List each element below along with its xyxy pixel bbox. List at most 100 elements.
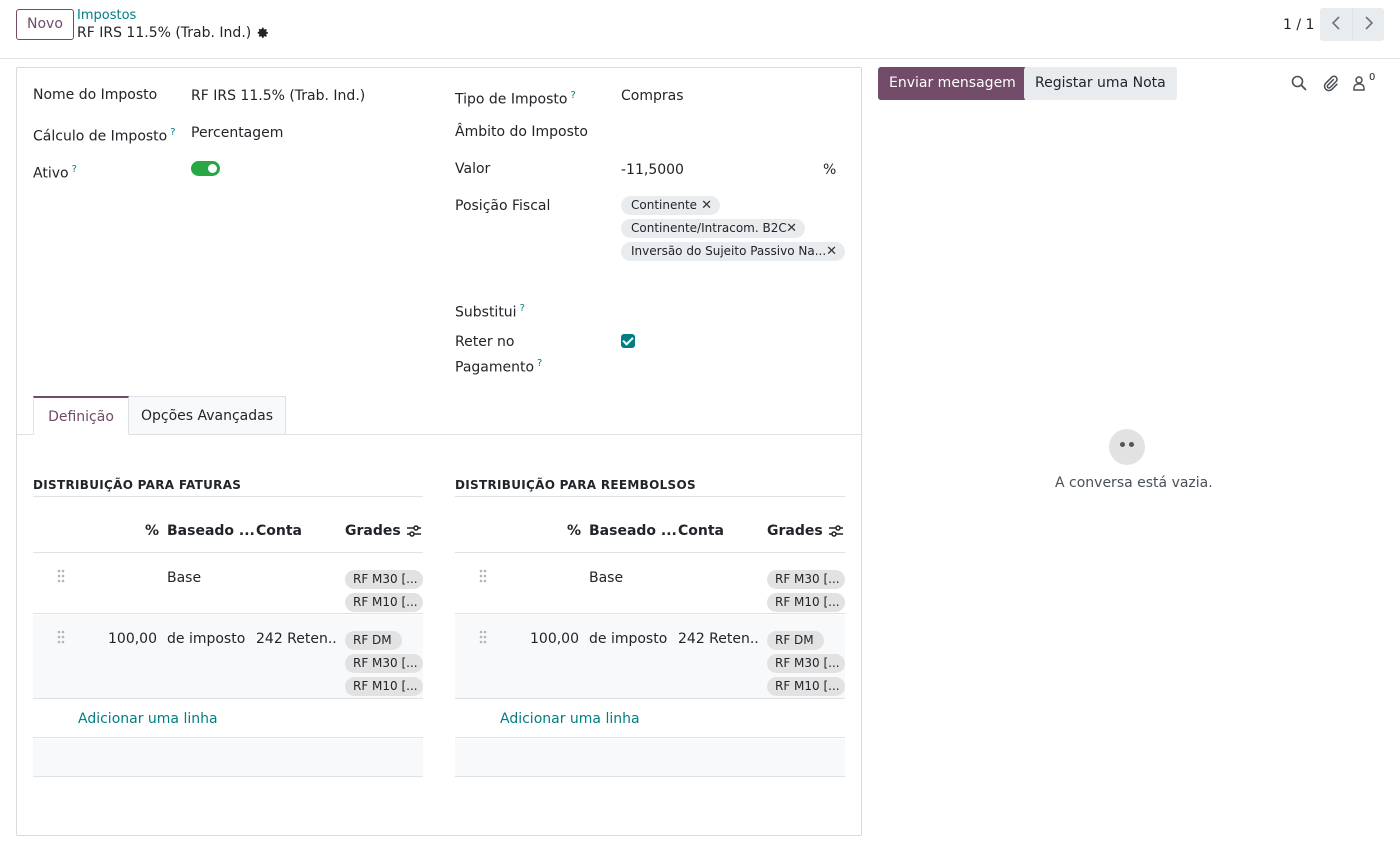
pager-value[interactable]: 1 / 1 xyxy=(1283,16,1314,34)
replaces-label-text: Substitui xyxy=(455,304,517,321)
tax-scope-label: Âmbito do Imposto xyxy=(455,124,588,140)
tax-type-select[interactable]: Compras xyxy=(621,86,684,107)
empty-row xyxy=(455,739,845,777)
grid-tag: RF M30 [... xyxy=(767,570,845,589)
tax-computation-label-text: Cálculo de Imposto xyxy=(33,128,168,145)
tag-label: Continente/Intracom. B2C xyxy=(631,221,787,235)
sliders-icon[interactable] xyxy=(406,523,421,543)
fiscal-position-tag: Continente/Intracom. B2C ✕ xyxy=(621,219,805,238)
close-icon[interactable]: ✕ xyxy=(826,242,837,261)
column-grids[interactable]: Grades xyxy=(767,521,843,543)
empty-conversation-icon xyxy=(1109,429,1145,465)
tax-scope-select[interactable] xyxy=(621,123,845,144)
add-line-link[interactable]: Adicionar uma linha xyxy=(500,710,640,728)
form-sheet: Nome do Imposto RF IRS 11.5% (Trab. Ind.… xyxy=(16,67,862,836)
fiscal-position-tag: Inversão do Sujeito Passivo Na... ✕ xyxy=(621,242,845,261)
empty-row xyxy=(33,739,423,777)
new-button[interactable]: Novo xyxy=(16,9,74,40)
table-row[interactable]: 100,00 de imposto 242 Reten... RF DM RF … xyxy=(33,615,423,699)
column-grids[interactable]: Grades xyxy=(345,521,421,543)
empty-conversation-text: A conversa está vazia. xyxy=(1055,475,1213,491)
close-icon[interactable]: ✕ xyxy=(701,196,712,215)
section-title: DISTRIBUIÇÃO PARA FATURAS xyxy=(33,477,423,497)
column-account[interactable]: Conta xyxy=(256,521,302,541)
chevron-left-icon xyxy=(1331,16,1341,33)
log-note-button[interactable]: Registar uma Nota xyxy=(1024,67,1177,100)
withhold-checkbox[interactable] xyxy=(621,334,635,348)
help-tooltip[interactable]: ? xyxy=(537,358,542,369)
close-icon[interactable]: ✕ xyxy=(786,219,797,238)
help-tooltip[interactable]: ? xyxy=(72,164,77,175)
column-percent[interactable]: % xyxy=(567,521,581,541)
table-row[interactable]: Base RF M30 [... RF M10 [... xyxy=(455,553,845,614)
help-tooltip[interactable]: ? xyxy=(570,90,575,101)
grid-tag: RF M10 [... xyxy=(345,593,423,612)
table-row[interactable]: 100,00 de imposto 242 Reten... RF DM RF … xyxy=(455,615,845,699)
cell-account: 242 Reten... xyxy=(678,631,760,647)
active-toggle[interactable] xyxy=(191,161,220,176)
withhold-label: Reter no Pagamento? xyxy=(455,332,542,379)
sliders-icon[interactable] xyxy=(828,523,843,543)
add-line-row: Adicionar uma linha xyxy=(455,700,845,738)
gear-icon[interactable] xyxy=(257,26,269,44)
amount-unit: % xyxy=(823,162,837,178)
tax-type-label-text: Tipo de Imposto xyxy=(455,91,568,108)
table-row[interactable]: Base RF M30 [... RF M10 [... xyxy=(33,553,423,614)
active-label-text: Ativo xyxy=(33,165,69,182)
record-title: RF IRS 11.5% (Trab. Ind.) xyxy=(77,25,252,41)
send-message-button[interactable]: Enviar mensagem xyxy=(878,67,1027,100)
cell-based-on: Base xyxy=(589,570,624,586)
tab-definition[interactable]: Definição xyxy=(33,396,129,435)
withhold-label-line1: Reter no xyxy=(455,334,515,350)
breadcrumb-parent-link[interactable]: Impostos xyxy=(77,8,136,24)
amount-label: Valor xyxy=(455,161,491,177)
column-grids-label: Grades xyxy=(767,523,823,539)
tab-advanced-options[interactable]: Opções Avançadas xyxy=(129,396,286,435)
column-based-on[interactable]: Baseado ... xyxy=(167,521,255,541)
add-line-link[interactable]: Adicionar uma linha xyxy=(78,710,218,728)
cell-based-on: de imposto xyxy=(167,631,246,647)
fiscal-position-tag: Continente ✕ xyxy=(621,196,720,215)
tax-computation-select[interactable]: Percentagem xyxy=(191,123,283,144)
grid-tag: RF M30 [... xyxy=(345,570,423,589)
tag-label: Continente xyxy=(631,198,698,212)
cell-account: 242 Reten... xyxy=(256,631,338,647)
pager-previous-button[interactable] xyxy=(1320,8,1352,41)
tax-name-label: Nome do Imposto xyxy=(33,87,158,103)
pager-next-button[interactable] xyxy=(1352,8,1384,41)
grid-tag: RF M10 [... xyxy=(767,677,845,696)
column-grids-label: Grades xyxy=(345,523,401,539)
section-title: DISTRIBUIÇÃO PARA REEMBOLSOS xyxy=(455,477,845,497)
grid-tag: RF DM xyxy=(767,631,824,650)
cell-percent: 100,00 xyxy=(530,631,579,647)
followers-count: 0 xyxy=(1369,72,1376,83)
control-panel: Novo Impostos RF IRS 11.5% (Trab. Ind.) … xyxy=(0,0,1400,59)
drag-handle-icon[interactable] xyxy=(479,630,487,644)
amount-input[interactable]: -11,5000 xyxy=(621,160,684,181)
cell-percent: 100,00 xyxy=(108,631,157,647)
grid-tag: RF M30 [... xyxy=(345,654,423,673)
column-based-on[interactable]: Baseado ... xyxy=(589,521,677,541)
search-icon[interactable] xyxy=(1290,74,1308,92)
grid-tag: RF DM xyxy=(345,631,402,650)
add-line-row: Adicionar uma linha xyxy=(33,700,423,738)
column-percent[interactable]: % xyxy=(145,521,159,541)
followers-icon[interactable] xyxy=(1351,74,1369,92)
help-tooltip[interactable]: ? xyxy=(520,303,525,314)
paperclip-icon[interactable] xyxy=(1321,74,1339,92)
grid-tag: RF M30 [... xyxy=(767,654,845,673)
cell-based-on: de imposto xyxy=(589,631,668,647)
breadcrumb-current: RF IRS 11.5% (Trab. Ind.) xyxy=(77,24,269,44)
active-label: Ativo? xyxy=(33,159,77,185)
chevron-right-icon xyxy=(1364,16,1374,33)
column-account[interactable]: Conta xyxy=(678,521,724,541)
drag-handle-icon[interactable] xyxy=(57,630,65,644)
fiscal-position-label: Posição Fiscal xyxy=(455,198,551,214)
withhold-label-line2: Pagamento xyxy=(455,359,535,376)
help-tooltip[interactable]: ? xyxy=(170,127,175,138)
drag-handle-icon[interactable] xyxy=(479,569,487,583)
tax-name-field[interactable]: RF IRS 11.5% (Trab. Ind.) xyxy=(191,86,365,107)
drag-handle-icon[interactable] xyxy=(57,569,65,583)
replaces-label: Substitui? xyxy=(455,298,525,324)
tax-type-label: Tipo de Imposto? xyxy=(455,85,576,111)
